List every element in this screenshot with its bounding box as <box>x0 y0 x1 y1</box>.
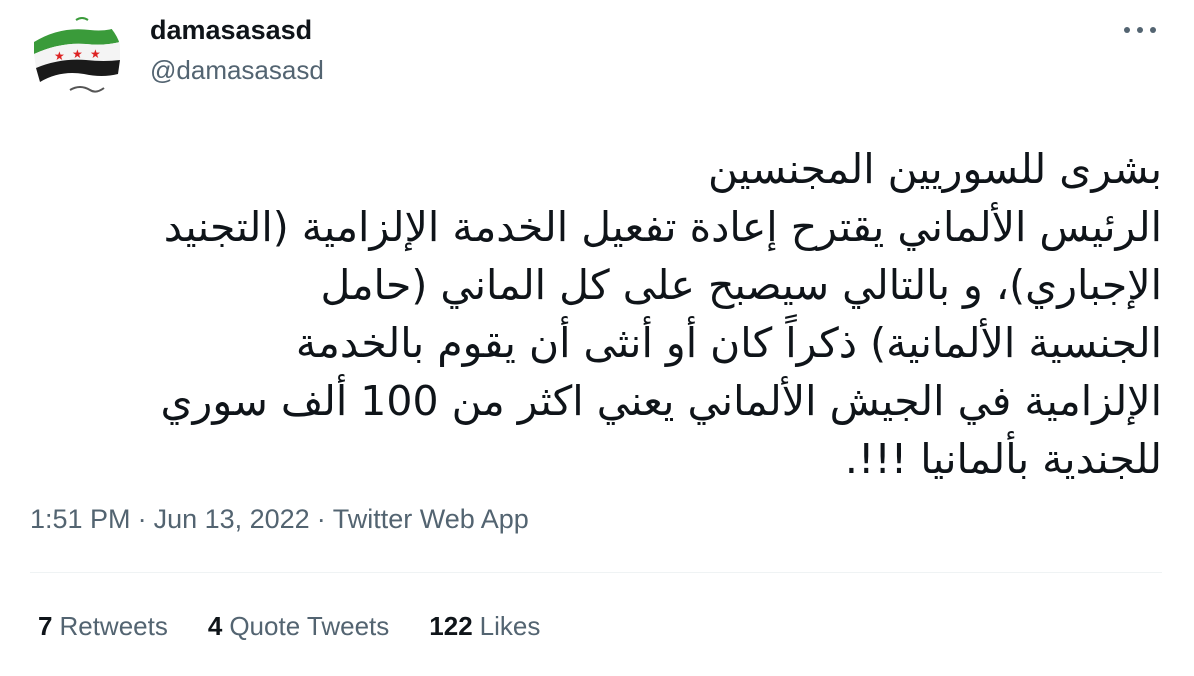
quote-tweets-count: 4 <box>207 611 223 641</box>
tweet-line: الإجباري)، و بالتالي سيصبح على كل الماني… <box>320 261 1162 309</box>
svg-text:★: ★ <box>72 47 83 61</box>
tweet-line: الرئيس الألماني يقترح إعادة تفعيل الخدمة… <box>163 203 1162 251</box>
separator: · <box>316 504 326 534</box>
retweets-label: Retweets <box>59 611 168 641</box>
svg-text:★: ★ <box>90 47 101 61</box>
retweets-link[interactable]: 7 Retweets <box>38 609 168 643</box>
separator: · <box>137 504 147 534</box>
tweet-time[interactable]: 1:51 PM <box>30 504 131 534</box>
tweet-text: بشرى للسوريين المجنسين الرئيس الألماني ي… <box>40 140 1162 488</box>
quote-tweets-link[interactable]: 4 Quote Tweets <box>208 609 389 643</box>
tweet-meta: 1:51 PM · Jun 13, 2022 · Twitter Web App <box>30 502 529 536</box>
quote-tweets-label: Quote Tweets <box>229 611 390 641</box>
dot <box>1150 27 1156 33</box>
tweet-line: بشرى للسوريين المجنسين <box>708 145 1162 193</box>
tweet-date[interactable]: Jun 13, 2022 <box>154 504 310 534</box>
engagement-stats: 7 Retweets 4 Quote Tweets 122 Likes <box>38 609 580 643</box>
likes-link[interactable]: 122 Likes <box>429 609 540 643</box>
dot <box>1137 27 1143 33</box>
avatar[interactable]: ★ ★ ★ <box>30 12 122 104</box>
display-name[interactable]: damasasasd <box>150 14 312 46</box>
more-options-icon[interactable] <box>1120 16 1160 44</box>
likes-label: Likes <box>479 611 541 641</box>
tweet-line: الجنسية الألمانية) ذكراً كان أو أنثى أن … <box>295 319 1162 367</box>
syrian-revolution-flag-avatar-icon: ★ ★ ★ <box>30 12 122 104</box>
tweet-line: للجندية بألمانيا !!!. <box>844 435 1162 483</box>
retweets-count: 7 <box>38 611 53 641</box>
user-handle[interactable]: @damasasasd <box>150 55 324 85</box>
likes-count: 122 <box>429 611 473 641</box>
tweet-source[interactable]: Twitter Web App <box>333 504 529 534</box>
dot <box>1124 27 1130 33</box>
tweet-card: ★ ★ ★ damasasasd @damasasasd بشرى للسوري… <box>0 0 1194 676</box>
svg-text:★: ★ <box>54 49 65 63</box>
divider <box>30 572 1162 573</box>
tweet-line: الإلزامية في الجيش الألماني يعني اكثر من… <box>160 377 1162 425</box>
